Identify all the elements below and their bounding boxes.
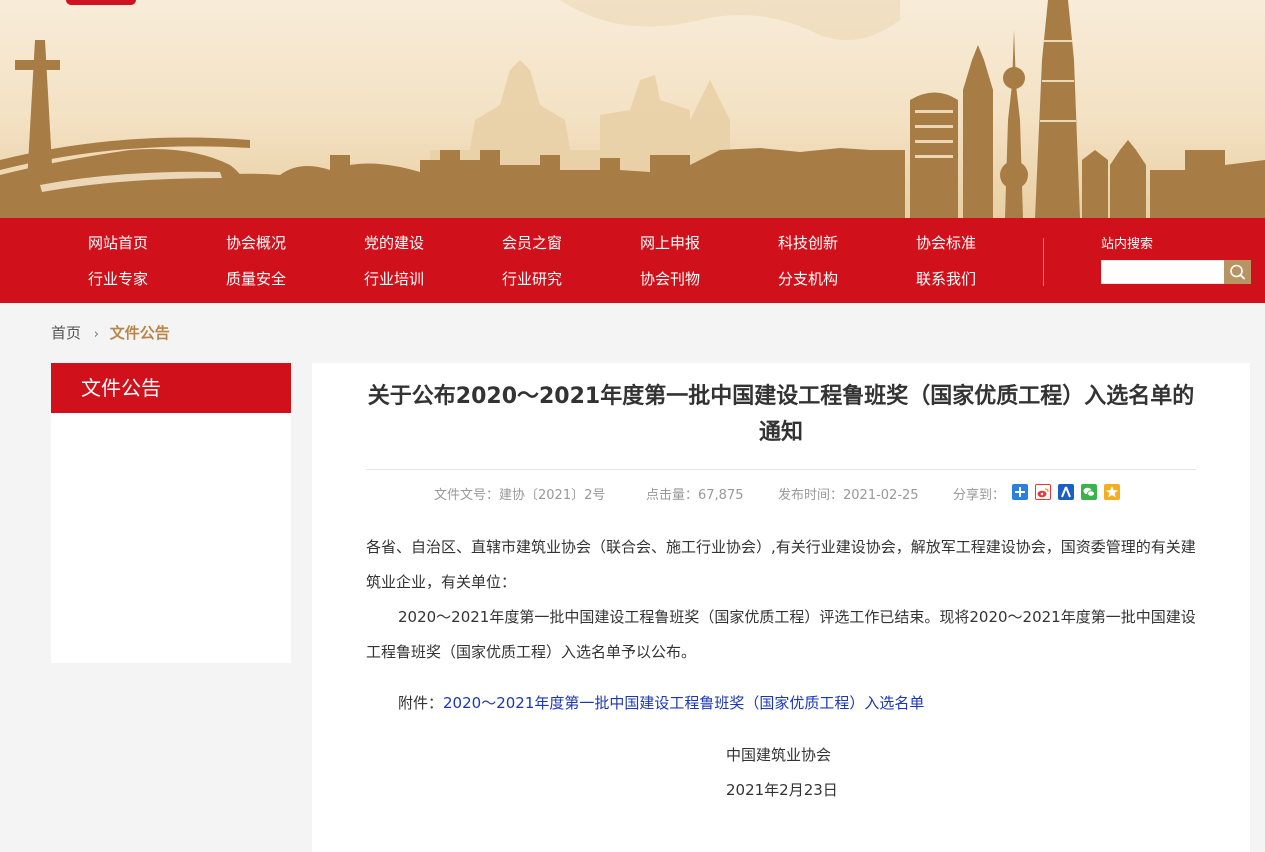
- city-skyline-illustration: [0, 0, 1265, 218]
- search-button[interactable]: [1224, 260, 1251, 284]
- wechat-icon[interactable]: [1081, 484, 1097, 500]
- nav-training[interactable]: 行业培训: [364, 269, 424, 289]
- view-count: 点击量：67,875: [646, 488, 744, 503]
- share-more-icon[interactable]: [1012, 484, 1028, 500]
- signature-date: 2021年2月23日: [726, 781, 838, 799]
- search-input[interactable]: [1101, 260, 1225, 284]
- sidebar-title: 文件公告: [51, 363, 291, 413]
- article-paragraph-2: 2020～2021年度第一批中国建设工程鲁班奖（国家优质工程）评选工作已结束。现…: [366, 608, 1196, 661]
- weibo-icon[interactable]: [1035, 484, 1051, 500]
- nav-publications[interactable]: 协会刊物: [640, 269, 700, 289]
- nav-research[interactable]: 行业研究: [502, 269, 562, 289]
- chevron-right-icon: ›: [93, 327, 99, 342]
- sidebar: 文件公告: [51, 363, 291, 663]
- nav-home[interactable]: 网站首页: [88, 233, 148, 253]
- publish-time: 发布时间：2021-02-25: [778, 488, 919, 503]
- nav-online-apply[interactable]: 网上申报: [640, 233, 700, 253]
- breadcrumb: 首页 › 文件公告: [51, 322, 170, 346]
- qzone-icon[interactable]: [1104, 484, 1120, 500]
- breadcrumb-current: 文件公告: [109, 324, 170, 342]
- attachment-label: 附件：: [398, 694, 444, 712]
- article-paragraph-1: 各省、自治区、直辖市建筑业协会（联合会、施工行业协会）,有关行业建设协会，解放军…: [366, 538, 1196, 591]
- nav-about[interactable]: 协会概况: [226, 233, 286, 253]
- breadcrumb-home-link[interactable]: 首页: [51, 324, 81, 342]
- renren-icon[interactable]: [1058, 484, 1074, 500]
- signature-org: 中国建筑业协会: [726, 746, 832, 764]
- nav-standards[interactable]: 协会标准: [916, 233, 976, 253]
- doc-number: 文件文号：建协〔2021〕2号: [434, 488, 606, 503]
- nav-party-building[interactable]: 党的建设: [364, 233, 424, 253]
- nav-branches[interactable]: 分支机构: [778, 269, 838, 289]
- share-label: 分享到：: [953, 488, 1006, 503]
- article-panel: 关于公布2020～2021年度第一批中国建设工程鲁班奖（国家优质工程）入选名单的…: [312, 363, 1250, 852]
- nav-divider: [1043, 238, 1044, 286]
- header-banner: [0, 0, 1265, 218]
- main-navigation: 网站首页 协会概况 党的建设 会员之窗 网上申报 科技创新 协会标准 行业专家 …: [0, 218, 1265, 303]
- search-label: 站内搜索: [1101, 237, 1154, 252]
- search-icon: [1230, 264, 1245, 280]
- nav-quality-safety[interactable]: 质量安全: [226, 269, 286, 289]
- nav-tech-innovation[interactable]: 科技创新: [778, 233, 838, 253]
- title-divider: [366, 469, 1196, 470]
- search-box: [1101, 260, 1251, 284]
- article-title: 关于公布2020～2021年度第一批中国建设工程鲁班奖（国家优质工程）入选名单的…: [367, 384, 1195, 445]
- attachment-line: 附件：2020～2021年度第一批中国建设工程鲁班奖（国家优质工程）入选名单: [366, 686, 1198, 721]
- nav-members[interactable]: 会员之窗: [502, 233, 562, 253]
- nav-experts[interactable]: 行业专家: [88, 269, 148, 289]
- nav-contact[interactable]: 联系我们: [916, 269, 976, 289]
- attachment-link[interactable]: 2020～2021年度第一批中国建设工程鲁班奖（国家优质工程）入选名单: [443, 694, 924, 712]
